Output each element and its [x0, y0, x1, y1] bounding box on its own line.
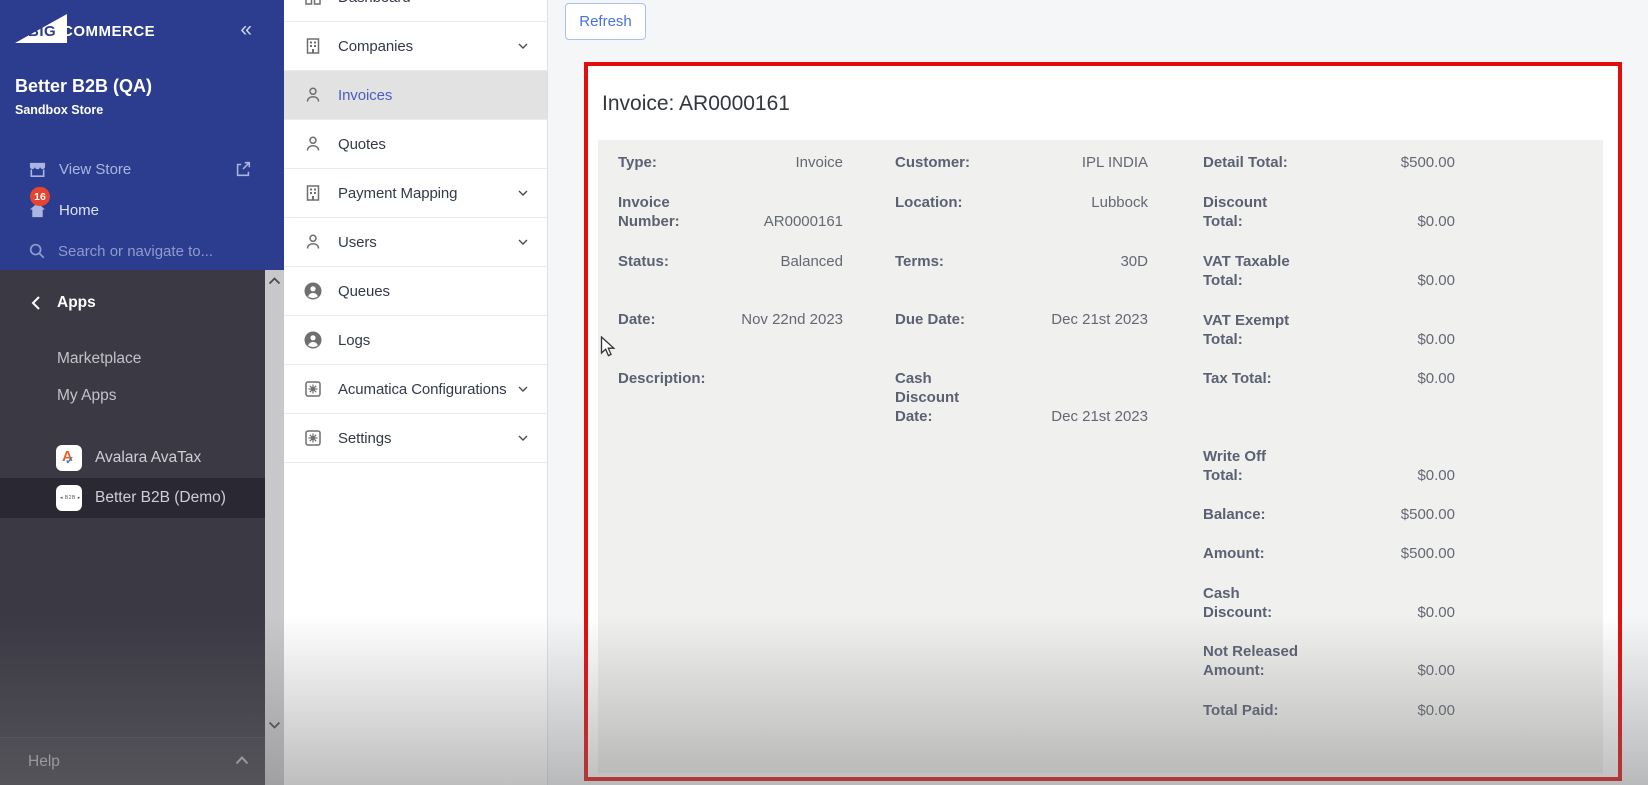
person-circle-icon — [304, 282, 322, 300]
nav-item-dashboard[interactable]: Dashboard — [284, 0, 547, 22]
invoice-details-column-1: Type: Invoice Invoice Number: AR0000161 St… — [618, 153, 843, 388]
apps-header-label: Apps — [57, 294, 96, 311]
nav-item-queues[interactable]: Queues — [284, 267, 547, 316]
mouse-cursor — [600, 336, 616, 357]
apps-back-nav[interactable]: Apps — [0, 294, 265, 312]
field-write-off-total: Write Off Total: $0.00 — [1203, 448, 1455, 484]
field-due-date: Due Date: Dec 21st 2023 — [895, 311, 1148, 328]
nav-item-quotes[interactable]: Quotes — [284, 120, 547, 169]
person-icon — [306, 234, 320, 249]
home-label: Home — [59, 201, 100, 219]
field-balance: Balance: $500.00 — [1203, 506, 1455, 523]
chevron-left-icon — [31, 296, 40, 310]
field-description: Description: — [618, 370, 706, 387]
search-icon — [29, 243, 45, 259]
field-type: Type: Invoice — [618, 154, 843, 171]
sidebar-store-section: BIG COMMERCE « Better B2B (QA) Sandbox S… — [0, 0, 284, 270]
search-placeholder: Search or navigate to... — [58, 242, 214, 260]
app-label: Avalara AvaTax — [95, 449, 202, 466]
my-apps-link[interactable]: My Apps — [57, 387, 116, 405]
invoice-title: Invoice: AR0000161 — [602, 92, 790, 115]
view-store-label: View Store — [59, 160, 132, 178]
field-invoice-number: Invoice Number: AR0000161 — [618, 194, 843, 230]
external-link-icon — [236, 161, 251, 177]
home-notification-badge: 16 — [30, 187, 50, 206]
field-vat-exempt-total: VAT Exempt Total: $0.00 — [1203, 312, 1455, 348]
chevron-down-icon — [518, 386, 528, 392]
chevron-down-icon — [518, 190, 528, 196]
app-item-avalara-avatax[interactable]: A ✓ Avalara AvaTax — [0, 438, 265, 478]
chevron-down-icon — [518, 435, 528, 441]
building-icon — [306, 185, 320, 201]
field-total-paid: Total Paid: $0.00 — [1203, 702, 1455, 719]
field-discount-total: Discount Total: $0.00 — [1203, 194, 1455, 230]
field-tax-total: Tax Total: $0.00 — [1203, 370, 1455, 387]
bigcommerce-sidebar: BIG COMMERCE « Better B2B (QA) Sandbox S… — [0, 0, 284, 785]
bigcommerce-logo: BIG COMMERCE — [15, 14, 225, 46]
better-b2b-icon: ◂ B2B ▸ — [56, 485, 82, 511]
field-vat-taxable-total: VAT Taxable Total: $0.00 — [1203, 253, 1455, 289]
home-link[interactable]: 16 Home — [0, 187, 284, 225]
field-customer: Customer: IPL INDIA — [895, 154, 1148, 171]
field-location: Location: Lubbock — [895, 194, 1148, 211]
person-icon — [306, 136, 320, 151]
nav-item-acumatica-configurations[interactable]: Acumatica Configurations — [284, 365, 547, 414]
person-icon — [306, 87, 320, 102]
scroll-up-icon[interactable] — [268, 276, 281, 286]
app-sidebar: Dashboard Companies Invoices Quotes — [284, 0, 548, 785]
view-store-link[interactable]: View Store — [0, 154, 284, 184]
search-nav[interactable]: Search or navigate to... — [0, 236, 284, 266]
invoice-details-panel: Type: Invoice Invoice Number: AR0000161 St… — [598, 140, 1603, 773]
field-not-released-amount: Not Released Amount: $0.00 — [1203, 643, 1455, 679]
help-label: Help — [28, 752, 60, 770]
help-bar[interactable]: Help — [0, 737, 265, 785]
nav-item-users[interactable]: Users — [284, 218, 547, 267]
building-icon — [306, 38, 320, 54]
nav-item-invoices[interactable]: Invoices — [284, 71, 547, 120]
field-cash-discount-date: Cash Discount Date: Dec 21st 2023 — [895, 370, 1148, 425]
avalara-avatax-icon: A ✓ — [56, 445, 82, 471]
person-circle-icon — [304, 331, 322, 349]
invoice-details-column-3: Detail Total: $500.00 Discount Total: $0.0… — [1203, 153, 1455, 720]
collapse-sidebar-button[interactable]: « — [240, 18, 252, 42]
apps-section: Apps Marketplace My Apps A ✓ Avalara Ava… — [0, 270, 284, 737]
logo-text-big: BIG — [28, 23, 57, 40]
nav-item-companies[interactable]: Companies — [284, 22, 547, 71]
field-date: Date: Nov 22nd 2023 — [618, 311, 843, 328]
field-cash-discount: Cash Discount: $0.00 — [1203, 585, 1455, 621]
chevron-up-icon — [235, 756, 249, 765]
marketplace-link[interactable]: Marketplace — [57, 350, 141, 368]
field-terms: Terms: 30D — [895, 253, 1148, 270]
chevron-down-icon — [518, 239, 528, 245]
annotation-highlight-box: Invoice: AR0000161 Type: Invoice Invoice … — [584, 62, 1622, 781]
app-item-better-b2b[interactable]: ◂ B2B ▸ Better B2B (Demo) — [0, 478, 284, 518]
field-amount: Amount: $500.00 — [1203, 545, 1455, 562]
store-name: Better B2B (QA) — [15, 76, 153, 96]
app-label: Better B2B (Demo) — [95, 489, 226, 506]
logo-text-commerce: COMMERCE — [62, 23, 156, 40]
store-subtitle: Sandbox Store — [15, 103, 104, 117]
nav-item-logs[interactable]: Logs — [284, 316, 547, 365]
store-icon — [29, 162, 46, 177]
sidebar-scrollbar[interactable] — [265, 270, 284, 785]
nav-item-payment-mapping[interactable]: Payment Mapping — [284, 169, 547, 218]
grid-icon — [305, 0, 321, 5]
field-detail-total: Detail Total: $500.00 — [1203, 154, 1455, 171]
scroll-down-icon[interactable] — [268, 720, 281, 730]
field-status: Status: Balanced — [618, 253, 843, 270]
chevron-down-icon — [518, 43, 528, 49]
refresh-button[interactable]: Refresh — [565, 3, 646, 40]
invoice-details-column-2: Customer: IPL INDIA Location: Lubbock Term… — [895, 153, 1148, 426]
nav-item-settings[interactable]: Settings — [284, 414, 547, 463]
gear-icon — [305, 381, 321, 397]
gear-icon — [305, 430, 321, 446]
